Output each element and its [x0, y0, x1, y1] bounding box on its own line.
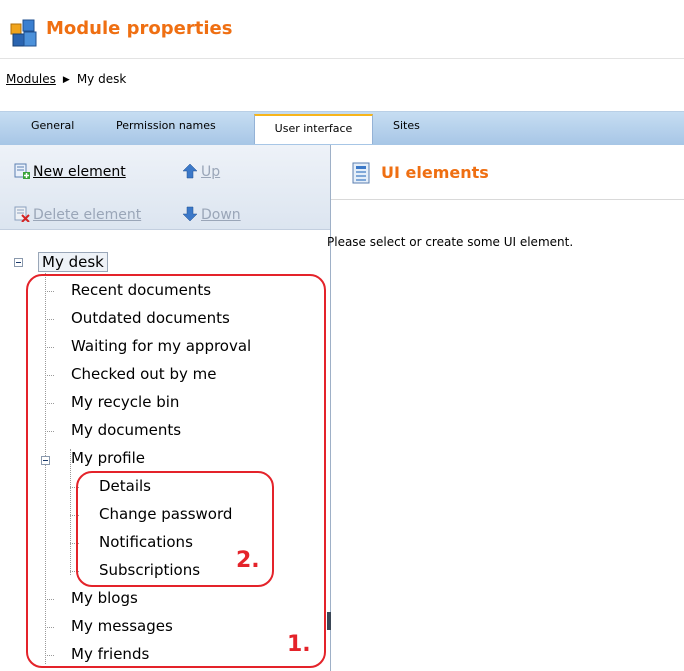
breadcrumb: Modules ▶ My desk: [6, 72, 126, 86]
down-label: Down: [201, 207, 241, 223]
arrow-up-icon: [182, 163, 198, 179]
tab-bar: General Permission names User interface …: [0, 111, 684, 146]
annotation-label-1: 1.: [287, 632, 311, 657]
ui-elements-title: UI elements: [381, 163, 489, 182]
new-element-icon: [14, 163, 30, 179]
ui-elements-panel: UI elements Please select or create some…: [327, 145, 684, 671]
ui-elements-header: UI elements: [331, 145, 684, 200]
tree-collapse-toggle-root[interactable]: [14, 258, 23, 267]
module-blocks-icon: [10, 19, 37, 47]
ui-element-tree: My desk Recent documents Outdated docume…: [0, 229, 330, 671]
arrow-down-icon: [182, 206, 198, 222]
breadcrumb-current: My desk: [76, 72, 127, 86]
empty-state-message: Please select or create some UI element.: [327, 235, 574, 249]
new-element-button[interactable]: New element: [14, 163, 126, 180]
breadcrumb-link-modules[interactable]: Modules: [6, 72, 56, 86]
up-label: Up: [201, 164, 221, 180]
tab-general[interactable]: General: [31, 119, 74, 132]
page-header: Module properties: [0, 0, 684, 59]
ui-elements-list-icon: [352, 162, 370, 184]
tree-toolbar: New element Up Delete element Down: [0, 145, 330, 230]
down-button[interactable]: Down: [182, 206, 241, 223]
tab-user-interface[interactable]: User interface: [254, 114, 373, 144]
tab-permission-names[interactable]: Permission names: [116, 119, 216, 132]
delete-element-button[interactable]: Delete element: [14, 206, 141, 223]
delete-element-icon: [14, 206, 30, 222]
delete-element-label: Delete element: [33, 207, 142, 223]
new-element-label: New element: [33, 164, 126, 180]
page-title: Module properties: [46, 18, 233, 39]
ui-element-tree-panel: New element Up Delete element Down My de…: [0, 145, 331, 671]
breadcrumb-separator-icon: ▶: [62, 75, 70, 85]
up-button[interactable]: Up: [182, 163, 220, 180]
tree-item-my-desk[interactable]: My desk: [38, 252, 108, 272]
annotation-label-2: 2.: [236, 548, 260, 573]
tab-sites[interactable]: Sites: [393, 119, 420, 132]
